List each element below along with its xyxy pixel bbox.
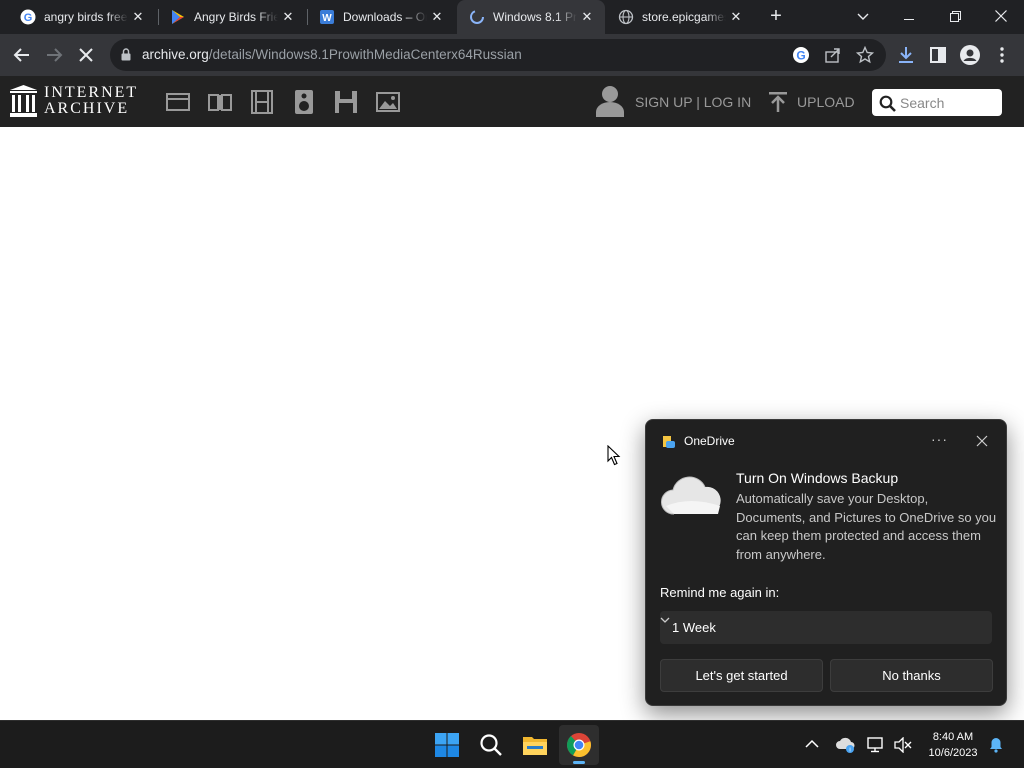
- loading-spinner-icon: [470, 10, 484, 24]
- search-icon[interactable]: [478, 732, 504, 758]
- clock-time: 8:40 AM: [932, 731, 974, 743]
- onedrive-notification: OneDrive ··· Turn On Windows Backup Auto…: [645, 419, 1007, 706]
- file-explorer-icon[interactable]: [522, 732, 548, 758]
- downloads-icon[interactable]: [894, 43, 918, 67]
- notification-headline: Turn On Windows Backup: [736, 470, 899, 486]
- new-tab-button[interactable]: +: [766, 6, 786, 27]
- tab-angry-birds-play[interactable]: Angry Birds Frie ✕: [158, 0, 306, 34]
- audio-icon[interactable]: [291, 90, 317, 114]
- svg-text:G: G: [24, 12, 33, 24]
- tab-downloads[interactable]: W Downloads – Or ✕: [307, 0, 455, 34]
- close-icon: [995, 10, 1007, 22]
- stop-loading-icon[interactable]: [74, 43, 98, 67]
- chevron-down-icon: [660, 617, 670, 623]
- url-path: /details/Windows8.1ProwithMediaCenterx64…: [208, 47, 522, 62]
- archive-header: INTERNET ARCHIVE SIGN UP | LOG IN UPLOAD…: [0, 76, 1024, 127]
- tab-windows-archive[interactable]: Windows 8.1 Pr ✕: [457, 0, 605, 34]
- software-icon[interactable]: [333, 90, 359, 114]
- browser-toolbar: archive.org/details/Windows8.1ProwithMed…: [0, 34, 1024, 76]
- notification-app-name: OneDrive: [684, 434, 735, 448]
- chrome-icon: [567, 733, 591, 757]
- url-text[interactable]: archive.org/details/Windows8.1ProwithMed…: [142, 47, 522, 62]
- tab-title: Downloads – Or: [343, 10, 427, 24]
- remind-label: Remind me again in:: [660, 585, 780, 600]
- minimize-icon: [904, 19, 914, 20]
- remind-interval-select[interactable]: 1 Week: [660, 611, 992, 644]
- search-placeholder: Search: [900, 95, 945, 111]
- close-tab-icon[interactable]: ✕: [130, 9, 146, 25]
- tab-title: Windows 8.1 Pr: [493, 10, 577, 24]
- svg-text:W: W: [322, 13, 332, 24]
- downloads-site-icon: W: [320, 10, 334, 24]
- archive-logo-line2: ARCHIVE: [44, 100, 130, 117]
- tab-search-button[interactable]: [840, 0, 886, 34]
- upload-icon[interactable]: [768, 92, 788, 112]
- tab-angry-birds-search[interactable]: G angry birds free ✕: [8, 0, 156, 34]
- chevron-up-icon[interactable]: [805, 739, 819, 749]
- minimize-button[interactable]: [886, 0, 932, 34]
- chevron-down-icon: [857, 13, 869, 20]
- browser-tab-strip: G angry birds free ✕ Angry Birds Frie ✕ …: [0, 0, 1024, 34]
- network-icon[interactable]: [867, 737, 885, 753]
- remind-interval-value: 1 Week: [672, 620, 716, 635]
- no-thanks-button[interactable]: No thanks: [830, 659, 993, 692]
- close-tab-icon[interactable]: ✕: [579, 9, 595, 25]
- tab-title: angry birds free: [44, 10, 128, 24]
- close-tab-icon[interactable]: ✕: [429, 9, 445, 25]
- globe-icon: [618, 9, 634, 25]
- close-icon[interactable]: [976, 435, 988, 447]
- profile-icon[interactable]: [958, 43, 982, 67]
- archive-logo-line1: INTERNET: [44, 84, 139, 101]
- lets-get-started-button[interactable]: Let's get started: [660, 659, 823, 692]
- forward-arrow-icon[interactable]: [42, 43, 66, 67]
- close-tab-icon[interactable]: ✕: [280, 9, 296, 25]
- google-icon: G: [20, 9, 36, 25]
- archive-logo[interactable]: INTERNET ARCHIVE: [0, 76, 150, 127]
- side-panel-icon[interactable]: [926, 43, 950, 67]
- more-options-icon[interactable]: ···: [931, 431, 948, 447]
- archive-building-icon: [10, 85, 37, 117]
- video-icon[interactable]: [249, 90, 275, 114]
- system-clock[interactable]: 8:40 AM 10/6/2023: [924, 729, 982, 761]
- notification-body: Automatically save your Desktop, Documen…: [736, 491, 997, 562]
- bookmark-star-icon[interactable]: [856, 46, 874, 64]
- cloud-icon: [661, 476, 721, 515]
- archive-logo-text: INTERNET ARCHIVE: [44, 85, 138, 117]
- google-lens-icon[interactable]: G: [792, 46, 810, 64]
- tab-title: store.epicgames: [642, 10, 726, 24]
- search-icon: [879, 95, 896, 112]
- restore-button[interactable]: [932, 0, 978, 34]
- images-icon[interactable]: [375, 90, 401, 114]
- onedrive-tray-icon[interactable]: i: [835, 737, 855, 753]
- windows-taskbar: i 8:40 AM 10/6/2023: [0, 720, 1024, 768]
- windows-start-icon[interactable]: [434, 732, 460, 758]
- mouse-cursor-icon: [607, 445, 621, 466]
- user-avatar-icon[interactable]: [596, 85, 624, 117]
- web-icon[interactable]: [165, 90, 191, 114]
- signup-login-link[interactable]: SIGN UP | LOG IN: [635, 94, 751, 110]
- lock-icon[interactable]: [121, 48, 131, 61]
- google-play-icon: [172, 10, 184, 24]
- share-icon[interactable]: [824, 46, 842, 64]
- address-bar[interactable]: archive.org/details/Windows8.1ProwithMed…: [110, 39, 886, 71]
- chrome-taskbar-button[interactable]: [559, 725, 599, 765]
- volume-muted-icon[interactable]: [894, 737, 912, 753]
- restore-icon: [949, 11, 961, 22]
- tab-title: Angry Birds Frie: [194, 10, 278, 24]
- svg-text:G: G: [796, 49, 805, 63]
- onedrive-app-icon: [663, 436, 675, 448]
- back-arrow-icon[interactable]: [10, 43, 34, 67]
- close-tab-icon[interactable]: ✕: [728, 9, 744, 25]
- close-window-button[interactable]: [978, 0, 1024, 34]
- svg-text:i: i: [849, 748, 850, 754]
- tab-epic-games[interactable]: store.epicgames ✕: [606, 0, 754, 34]
- url-host: archive.org: [142, 47, 209, 62]
- active-app-indicator: [573, 761, 585, 764]
- texts-icon[interactable]: [207, 90, 233, 114]
- upload-link[interactable]: UPLOAD: [797, 94, 855, 110]
- more-menu-icon[interactable]: [990, 43, 1014, 67]
- notification-bell-icon[interactable]: [989, 737, 1003, 753]
- archive-search-input[interactable]: Search: [872, 89, 1002, 116]
- clock-date: 10/6/2023: [928, 747, 978, 759]
